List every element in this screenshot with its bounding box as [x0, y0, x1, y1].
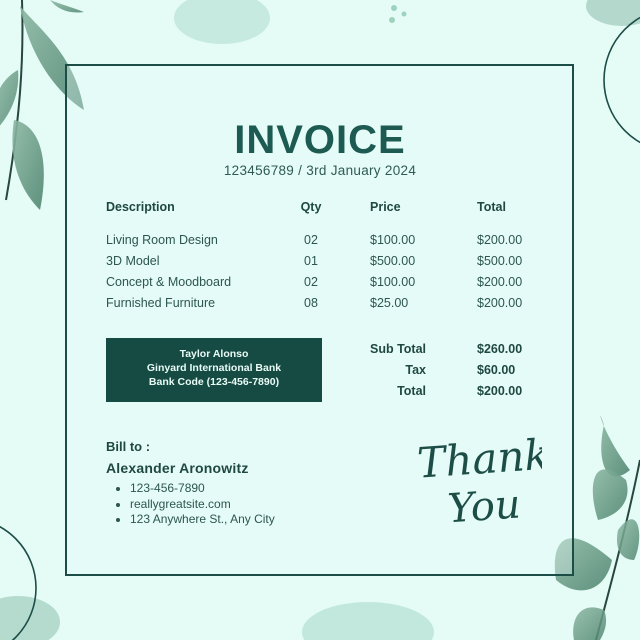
bill-to-label: Bill to :: [106, 439, 151, 454]
row-price: $25.00: [370, 296, 409, 310]
subtotal-value: $260.00: [477, 342, 523, 356]
account-name: Taylor Alonso: [179, 348, 249, 360]
contact-website: reallygreatsite.com: [130, 497, 275, 513]
tax-value: $60.00: [477, 363, 516, 377]
header-total: Total: [477, 200, 506, 214]
row-qty: 02: [304, 275, 318, 289]
watercolor-blob: [174, 0, 270, 44]
bank-name: Ginyard International Bank: [146, 362, 282, 374]
watercolor-blob: [302, 602, 434, 640]
tax-label: Tax: [405, 363, 426, 377]
total-label: Total: [397, 384, 426, 398]
bank-code: Bank Code (123-456-7890): [148, 376, 280, 388]
dot: [389, 17, 395, 23]
row-price: $100.00: [370, 275, 416, 289]
thank-you-script: Thank You: [416, 430, 542, 530]
row-description: 3D Model: [106, 254, 160, 268]
row-description: Concept & Moodboard: [106, 275, 232, 289]
row-total: $200.00: [477, 275, 523, 289]
dot: [401, 11, 407, 17]
row-price: $500.00: [370, 254, 416, 268]
client-name: Alexander Aronowitz: [106, 460, 249, 476]
row-qty: 01: [304, 254, 318, 268]
total-value: $200.00: [477, 384, 523, 398]
row-price: $100.00: [370, 233, 416, 247]
thank-text: Thank: [416, 430, 542, 488]
subtotal-label: Sub Total: [369, 342, 426, 356]
row-total: $200.00: [477, 233, 523, 247]
contact-phone: 123-456-7890: [130, 481, 275, 497]
row-total: $500.00: [477, 254, 523, 268]
header-price: Price: [370, 200, 401, 214]
row-total: $200.00: [477, 296, 523, 310]
row-description: Furnished Furniture: [106, 296, 216, 310]
row-description: Living Room Design: [106, 233, 218, 247]
you-text: You: [446, 481, 522, 530]
row-qty: 08: [304, 296, 318, 310]
header-description: Description: [106, 200, 175, 214]
header-qty: Qty: [300, 200, 322, 214]
bank-info-box: Taylor Alonso Ginyard International Bank…: [106, 338, 322, 402]
invoice-number-date: 123456789 / 3rd January 2024: [223, 163, 417, 178]
invoice-title: INVOICE: [234, 118, 406, 162]
contact-address: 123 Anywhere St., Any City: [130, 512, 275, 528]
contact-list: 123-456-7890 reallygreatsite.com 123 Any…: [114, 481, 275, 528]
dot: [391, 5, 397, 11]
row-qty: 02: [304, 233, 318, 247]
